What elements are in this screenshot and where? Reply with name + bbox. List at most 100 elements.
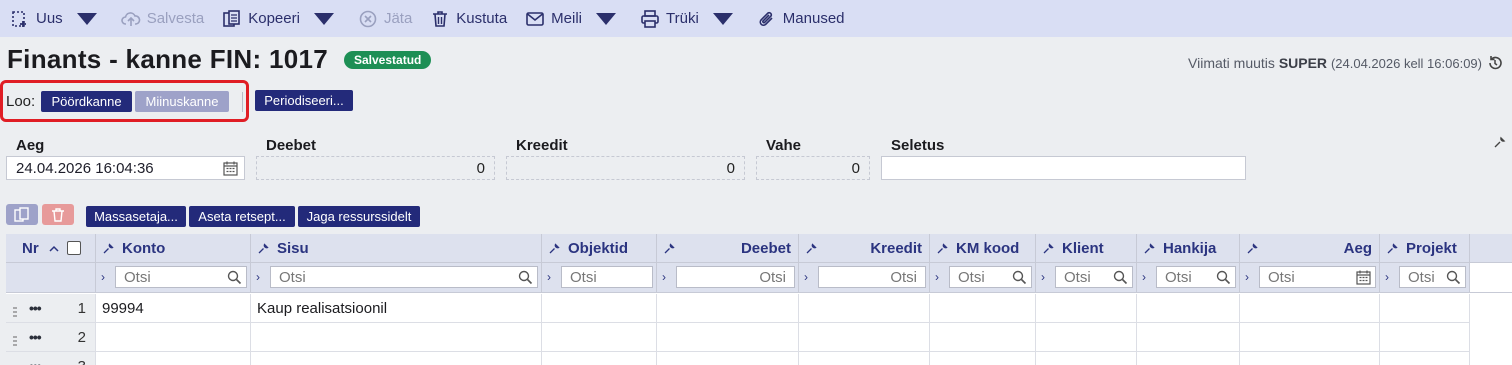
mail-button[interactable]: Meili [525,0,622,37]
copy-button[interactable]: Kopeeri [222,0,340,37]
print-dropdown-icon[interactable] [712,9,739,29]
credit-label: Kreedit [516,137,568,154]
chevron-right-icon[interactable]: › [256,270,260,284]
table-cell[interactable] [1137,294,1240,323]
filter-input-objects[interactable]: Otsi [561,266,653,288]
cell-sisu[interactable] [251,323,542,352]
cell-sisu[interactable]: Kaup realisatsioonil [251,294,542,323]
chevron-right-icon[interactable]: › [547,270,551,284]
table-cell[interactable] [542,352,657,365]
filter-input-debit[interactable]: Otsi [676,266,795,288]
column-header-customer[interactable]: Klient [1036,234,1137,263]
column-header-project[interactable]: Projekt [1380,234,1470,263]
cell-konto[interactable] [96,352,251,365]
delete-row-button[interactable] [42,204,74,225]
table-cell[interactable] [1380,323,1470,352]
column-header-time[interactable]: Aeg [1240,234,1380,263]
chevron-right-icon[interactable]: › [1041,270,1045,284]
chevron-right-icon[interactable]: › [935,270,939,284]
calendar-icon[interactable] [223,161,238,176]
drag-handle-icon[interactable] [13,304,17,317]
table-cell[interactable] [799,352,930,365]
row-number-cell[interactable]: ••• 2 [6,323,96,352]
chevron-right-icon[interactable]: › [1142,270,1146,284]
minus-entry-button[interactable]: Miinuskanne [135,91,229,112]
filter-input-vat-code[interactable]: Otsi [949,266,1032,288]
table-cell[interactable] [930,294,1036,323]
table-cell[interactable] [1036,294,1137,323]
column-header-nr[interactable]: Nr [6,234,96,263]
column-header-debit[interactable]: Deebet [657,234,799,263]
table-cell[interactable] [1240,352,1380,365]
chevron-right-icon[interactable]: › [101,270,105,284]
copy-row-button[interactable] [6,204,38,225]
copy-dropdown-icon[interactable] [313,9,340,29]
filter-input-credit[interactable]: Otsi [818,266,926,288]
new-button[interactable]: Uus [10,0,103,37]
row-number-cell[interactable]: ••• 1 [6,294,96,323]
table-cell[interactable] [657,323,799,352]
table-cell[interactable] [1380,352,1470,365]
select-all-checkbox[interactable] [66,241,81,255]
filter-input-project[interactable]: Otsi [1399,266,1466,288]
table-cell[interactable] [1137,323,1240,352]
table-cell[interactable] [930,352,1036,365]
new-dropdown-icon[interactable] [76,9,103,29]
time-value: 24.04.2026 16:04:36 [16,159,154,177]
attachments-button[interactable]: Manused [757,0,845,37]
filter-cell-debit: › Otsi [657,263,799,293]
table-cell[interactable] [657,352,799,365]
table-cell[interactable] [1137,352,1240,365]
chevron-right-icon[interactable]: › [662,270,666,284]
chevron-right-icon[interactable]: › [804,270,808,284]
table-cell[interactable] [799,294,930,323]
table-cell[interactable] [1036,323,1137,352]
filter-input-supplier[interactable]: Otsi [1156,266,1236,288]
table-cell[interactable] [542,323,657,352]
table-cell[interactable] [542,294,657,323]
row-number-cell[interactable]: ••• 3 [6,352,96,365]
reverse-entry-button[interactable]: Pöördkanne [41,91,132,112]
row-menu-icon[interactable]: ••• [29,300,42,316]
print-button[interactable]: Trüki [640,0,739,37]
insert-recipe-button[interactable]: Aseta retsept... [189,206,295,227]
drag-handle-icon[interactable] [13,333,17,346]
column-header-account[interactable]: Konto [96,234,251,263]
history-icon[interactable] [1486,54,1504,72]
column-header-credit[interactable]: Kreedit [799,234,930,263]
mail-dropdown-icon[interactable] [596,9,622,29]
table-cell[interactable] [930,323,1036,352]
filter-input-customer[interactable]: Otsi [1055,266,1133,288]
delete-button[interactable]: Kustuta [430,0,507,37]
cancel-button[interactable]: Jäta [358,0,412,37]
filter-input-account[interactable]: Otsi [115,266,247,288]
time-field[interactable]: 24.04.2026 16:04:36 [6,156,245,180]
chevron-right-icon[interactable]: › [1385,270,1389,284]
split-resources-button[interactable]: Jaga ressurssidelt [298,206,420,227]
periodize-button[interactable]: Periodiseeri... [255,90,353,111]
save-button[interactable]: Salvesta [120,0,204,37]
table-cell[interactable] [657,294,799,323]
wrench-icon[interactable] [1494,136,1506,148]
row-menu-icon[interactable]: ••• [29,358,42,365]
row-menu-icon[interactable]: ••• [29,329,42,345]
cell-sisu[interactable] [251,352,542,365]
column-header-supplier[interactable]: Hankija [1137,234,1240,263]
cell-konto[interactable] [96,323,251,352]
column-header-vat-code[interactable]: KM kood [930,234,1036,263]
cell-konto[interactable]: 99994 [96,294,251,323]
filter-input-time[interactable]: Otsi [1259,266,1376,288]
filter-input-content[interactable]: Otsi [270,266,538,288]
sort-up-icon[interactable] [49,245,59,252]
column-header-content[interactable]: Sisu [251,234,542,263]
table-cell[interactable] [1036,352,1137,365]
mass-setter-button[interactable]: Massasetaja... [86,206,186,227]
table-cell[interactable] [1240,294,1380,323]
table-cell[interactable] [1380,294,1470,323]
status-badge: Salvestatud [344,51,432,69]
chevron-right-icon[interactable]: › [1245,270,1249,284]
column-header-objects[interactable]: Objektid [542,234,657,263]
table-cell[interactable] [799,323,930,352]
explanation-field[interactable] [881,156,1246,180]
table-cell[interactable] [1240,323,1380,352]
